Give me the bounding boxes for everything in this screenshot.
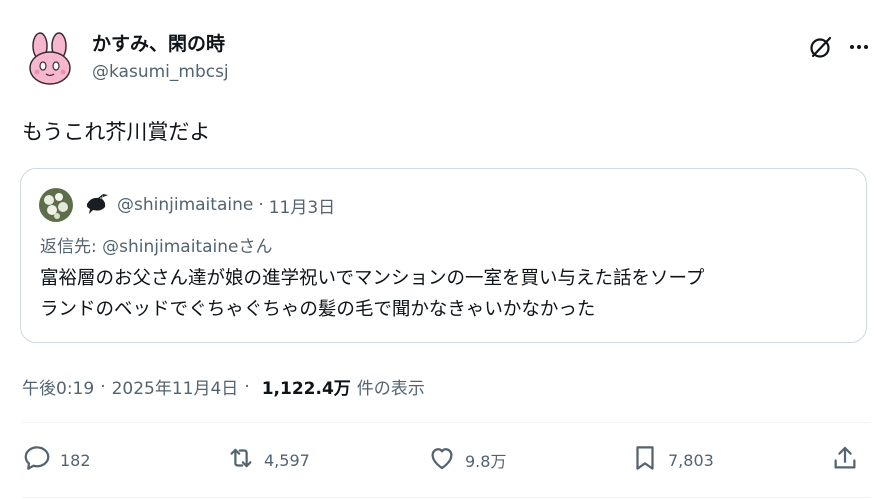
tweet-header: かすみ、閑の時 @kasumi_mbcsj bbox=[22, 30, 872, 90]
crow-icon bbox=[81, 188, 117, 222]
more-icon[interactable] bbox=[846, 34, 872, 64]
view-count: 1,122.4万 bbox=[261, 379, 351, 399]
post-time[interactable]: 午後0:19 bbox=[22, 374, 94, 399]
author-names: かすみ、閑の時 @kasumi_mbcsj bbox=[92, 32, 229, 83]
reply-count: 182 bbox=[60, 450, 91, 470]
share-icon bbox=[830, 443, 868, 477]
author-handle[interactable]: @kasumi_mbcsj bbox=[92, 61, 229, 83]
like-count: 9.8万 bbox=[465, 452, 507, 471]
bookmark-icon bbox=[630, 443, 668, 477]
tweet-meta: 午後0:19 · 2025年11月4日 · 1,122.4万 件の表示 bbox=[22, 374, 425, 400]
view-count-label: 件の表示 bbox=[356, 379, 425, 399]
reply-suffix: さん bbox=[238, 237, 273, 257]
quote-separator: · bbox=[258, 195, 264, 215]
retweet-count: 4,597 bbox=[264, 450, 310, 470]
quote-body: 富裕層のお父さん達が娘の進学祝いでマンションの一室を買い与えた話をソープ ランド… bbox=[40, 263, 850, 325]
reply-to-line: 返信先: @shinjimaitaineさん bbox=[40, 232, 272, 257]
reply-prefix: 返信先: bbox=[40, 237, 103, 257]
like-button[interactable]: 9.8万 bbox=[427, 440, 506, 480]
grok-icon[interactable] bbox=[808, 34, 846, 64]
header-actions bbox=[808, 34, 872, 64]
reply-button[interactable]: 182 bbox=[22, 440, 91, 480]
divider bbox=[22, 422, 870, 423]
avatar[interactable] bbox=[22, 30, 79, 87]
quote-handle[interactable]: @shinjimaitaine bbox=[117, 195, 253, 215]
post-date[interactable]: 2025年11月4日 bbox=[112, 374, 239, 399]
tweet-text: もうこれ芥川賞だよ bbox=[22, 120, 211, 144]
quote-avatar[interactable] bbox=[39, 188, 73, 222]
action-bar: 182 4,597 9.8万 7,803 bbox=[22, 440, 872, 480]
quote-date[interactable]: 11月3日 bbox=[269, 193, 335, 218]
quoted-tweet[interactable]: @shinjimaitaine · 11月3日 返信先: @shinjimait… bbox=[20, 168, 867, 343]
retweet-button[interactable]: 4,597 bbox=[226, 440, 310, 480]
reply-icon bbox=[22, 443, 60, 477]
author-display-name[interactable]: かすみ、閑の時 bbox=[92, 32, 229, 56]
share-button[interactable] bbox=[830, 440, 868, 480]
meta-separator: · bbox=[100, 376, 106, 397]
meta-separator: · bbox=[244, 376, 250, 397]
quote-line-1: 富裕層のお父さん達が娘の進学祝いでマンションの一室を買い与えた話をソープ bbox=[40, 268, 705, 289]
retweet-icon bbox=[226, 443, 264, 477]
like-icon bbox=[427, 443, 465, 477]
bookmark-button[interactable]: 7,803 bbox=[630, 440, 714, 480]
divider bbox=[22, 497, 870, 498]
quote-line-2: ランドのベッドでぐちゃぐちゃの髪の毛で聞かなきゃいかなかった bbox=[40, 299, 596, 320]
bookmark-count: 7,803 bbox=[668, 450, 714, 470]
quote-header: @shinjimaitaine · 11月3日 bbox=[39, 188, 335, 222]
reply-handle-link[interactable]: @shinjimaitaine bbox=[102, 237, 238, 257]
